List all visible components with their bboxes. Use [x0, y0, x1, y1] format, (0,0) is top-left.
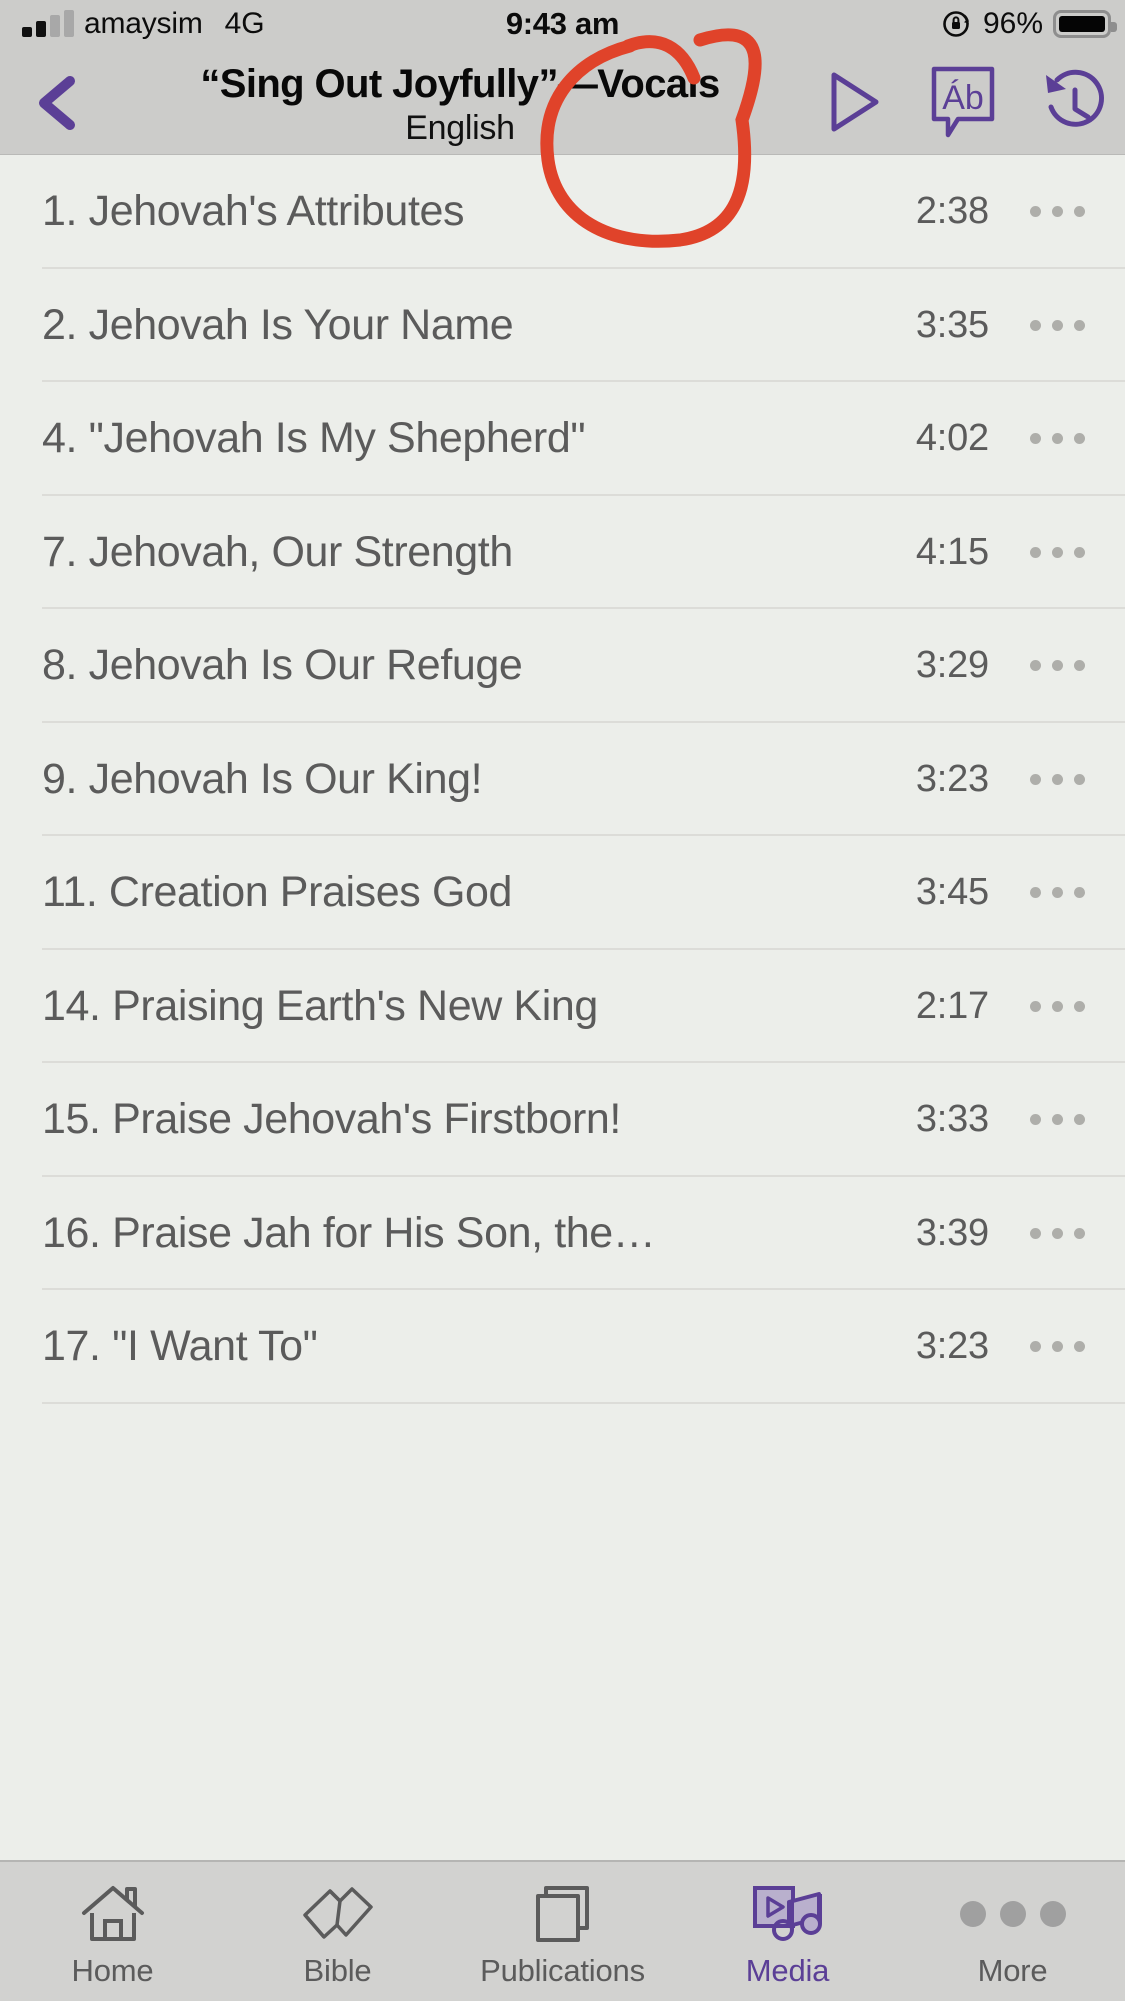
page-subtitle: English: [405, 109, 515, 147]
row-duration: 4:15: [915, 530, 989, 573]
svg-text:Áb: Áb: [942, 79, 984, 117]
row-title: 4. "Jehovah Is My Shepherd": [42, 414, 586, 463]
table-row[interactable]: 7. Jehovah, Our Strength 4:15: [0, 496, 1125, 610]
row-title: 7. Jehovah, Our Strength: [42, 527, 513, 576]
chevron-left-icon: [39, 76, 75, 130]
row-title: 1. Jehovah's Attributes: [42, 187, 465, 236]
table-row[interactable]: 1. Jehovah's Attributes 2:38: [0, 155, 1125, 269]
row-title: 15. Praise Jehovah's Firstborn!: [42, 1095, 621, 1144]
row-title: 11. Creation Praises God: [42, 868, 513, 917]
row-title: 2. Jehovah Is Your Name: [42, 300, 514, 349]
row-more-button[interactable]: [989, 546, 1125, 558]
tab-more[interactable]: More: [900, 1862, 1125, 2001]
tab-label-bible: Bible: [303, 1952, 372, 1988]
history-button[interactable]: [1037, 66, 1109, 138]
row-duration: 3:29: [915, 644, 989, 687]
table-row[interactable]: 17. "I Want To" 3:23: [0, 1290, 1125, 1404]
language-speech-bubble-icon: Áb: [931, 66, 995, 138]
tab-label-publications: Publications: [480, 1952, 645, 1988]
language-button[interactable]: Áb: [927, 66, 999, 138]
row-duration: 3:45: [915, 871, 989, 914]
row-duration: 3:35: [915, 303, 989, 346]
table-row[interactable]: 4. "Jehovah Is My Shepherd" 4:02: [0, 382, 1125, 496]
tab-label-more: More: [977, 1952, 1048, 1988]
row-more-button[interactable]: [989, 1114, 1125, 1126]
song-list[interactable]: 1. Jehovah's Attributes 2:38 2. Jehovah Is…: [0, 155, 1125, 1860]
history-clock-icon: [1046, 69, 1104, 127]
row-more-button[interactable]: [989, 1227, 1125, 1239]
open-book-icon: [300, 1881, 376, 1947]
bottom-tab-bar: Home Bible Publications Media More: [0, 1860, 1125, 2001]
rotation-lock-icon: [941, 8, 973, 40]
back-button[interactable]: [30, 74, 84, 132]
row-more-button[interactable]: [989, 1000, 1125, 1012]
house-icon: [78, 1881, 148, 1947]
media-play-music-icon: [749, 1881, 827, 1947]
tab-label-media: Media: [745, 1952, 830, 1988]
row-title: 9. Jehovah Is Our King!: [42, 754, 483, 803]
nav-actions: Áb: [817, 66, 1109, 138]
row-title: 17. "I Want To": [42, 1322, 318, 1371]
page-title: “Sing Out Joyfully”—Vocals: [200, 62, 720, 106]
tab-home[interactable]: Home: [0, 1862, 225, 2001]
row-more-button[interactable]: [989, 206, 1125, 218]
table-row[interactable]: 11. Creation Praises God 3:45: [0, 836, 1125, 950]
row-more-button[interactable]: [989, 773, 1125, 785]
app-screen: amaysim 4G 9:43 am 96% “Sing Out Joyfull…: [0, 0, 1125, 2001]
table-row[interactable]: 9. Jehovah Is Our King! 3:23: [0, 723, 1125, 837]
tab-bible[interactable]: Bible: [225, 1862, 450, 2001]
table-row[interactable]: 2. Jehovah Is Your Name 3:35: [0, 269, 1125, 383]
row-duration: 2:17: [915, 984, 989, 1027]
title-block: “Sing Out Joyfully”—Vocals English: [150, 62, 770, 148]
three-dots-icon: [959, 1881, 1066, 1947]
play-triangle-icon: [831, 72, 879, 132]
battery-percent-label: 96%: [982, 7, 1043, 40]
navigation-bar: “Sing Out Joyfully”—Vocals English Áb: [0, 48, 1125, 155]
row-duration: 4:02: [915, 417, 989, 460]
battery-icon: [1053, 10, 1117, 38]
tab-publications[interactable]: Publications: [450, 1862, 675, 2001]
status-bar-right: 96%: [941, 7, 1117, 41]
row-more-button[interactable]: [989, 887, 1125, 899]
row-duration: 3:23: [915, 1325, 989, 1368]
tab-media[interactable]: Media: [675, 1862, 900, 2001]
stacked-pages-icon: [530, 1881, 596, 1947]
row-title: 8. Jehovah Is Our Refuge: [42, 641, 523, 690]
row-more-button[interactable]: [989, 319, 1125, 331]
table-row[interactable]: 8. Jehovah Is Our Refuge 3:29: [0, 609, 1125, 723]
row-more-button[interactable]: [989, 1341, 1125, 1353]
row-duration: 2:38: [915, 190, 989, 233]
row-duration: 3:39: [915, 1211, 989, 1254]
row-duration: 3:33: [915, 1098, 989, 1141]
row-title: 16. Praise Jah for His Son, the…: [42, 1208, 656, 1257]
status-bar: amaysim 4G 9:43 am 96%: [0, 0, 1125, 48]
table-row[interactable]: 16. Praise Jah for His Son, the… 3:39: [0, 1177, 1125, 1291]
row-duration: 3:23: [915, 757, 989, 800]
tab-label-home: Home: [71, 1952, 154, 1988]
row-more-button[interactable]: [989, 433, 1125, 445]
row-title: 14. Praising Earth's New King: [42, 981, 598, 1030]
table-row[interactable]: 14. Praising Earth's New King 2:17: [0, 950, 1125, 1064]
table-row[interactable]: 15. Praise Jehovah's Firstborn! 3:33: [0, 1063, 1125, 1177]
row-more-button[interactable]: [989, 660, 1125, 672]
play-all-button[interactable]: [817, 66, 889, 138]
